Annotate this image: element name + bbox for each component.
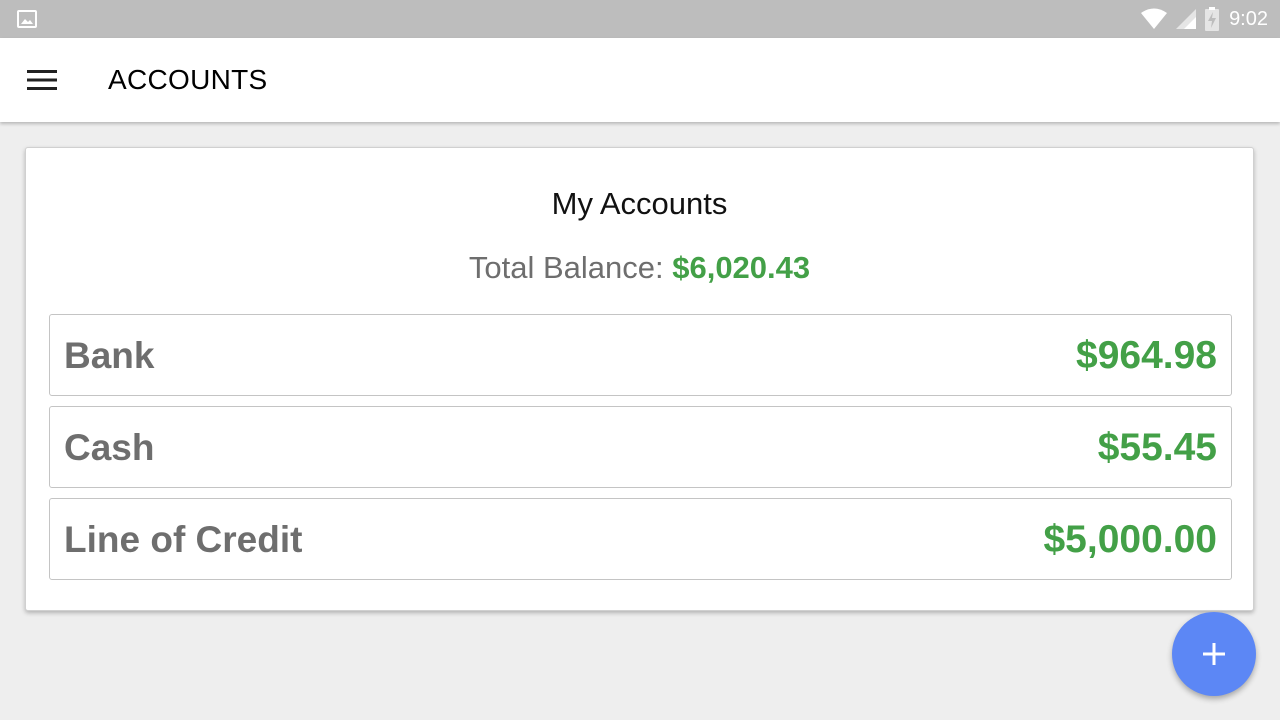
account-balance: $55.45 <box>1097 426 1217 469</box>
card-title: My Accounts <box>551 186 728 221</box>
wifi-icon <box>1141 8 1168 29</box>
status-bar: 9:02 <box>0 0 1280 38</box>
account-row-line-of-credit[interactable]: Line of Credit $5,000.00 <box>49 498 1232 580</box>
app-bar: ACCOUNTS <box>0 38 1280 122</box>
account-row-cash[interactable]: Cash $55.45 <box>49 406 1232 488</box>
image-icon <box>17 10 37 28</box>
account-name: Cash <box>64 427 155 468</box>
account-list: Bank $964.98 Cash $55.45 Line of Credit … <box>49 314 1232 590</box>
account-name: Line of Credit <box>64 519 303 560</box>
total-balance-label: Total Balance: <box>468 250 664 285</box>
status-time: 9:02 <box>1229 7 1268 30</box>
page-title: ACCOUNTS <box>108 64 268 95</box>
total-balance-value: $6,020.43 <box>672 250 811 285</box>
battery-charging-icon <box>1205 7 1220 31</box>
account-row-bank[interactable]: Bank $964.98 <box>49 314 1232 396</box>
total-balance: Total Balance: $6,020.43 <box>26 248 1253 288</box>
account-name: Bank <box>64 335 155 376</box>
account-balance: $5,000.00 <box>1043 518 1217 561</box>
add-account-button[interactable] <box>1172 612 1256 696</box>
hamburger-menu-icon[interactable] <box>27 69 57 91</box>
accounts-card: My Accounts Total Balance: $6,020.43 Ban… <box>25 147 1254 611</box>
signal-icon <box>1176 9 1197 29</box>
plus-icon <box>1203 643 1225 665</box>
account-balance: $964.98 <box>1076 334 1217 377</box>
status-indicators: 9:02 <box>1141 0 1268 38</box>
